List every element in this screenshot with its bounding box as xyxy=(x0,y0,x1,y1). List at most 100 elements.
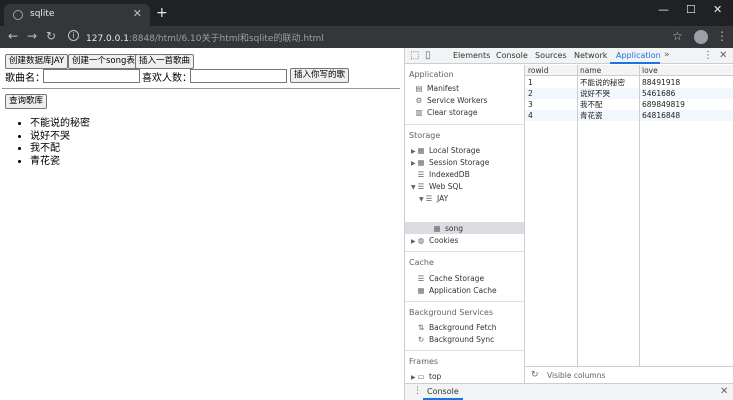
minimize-icon[interactable]: — xyxy=(658,3,669,16)
sidebar-item-jay-db[interactable]: ▼ ☰ JAY xyxy=(419,193,448,204)
bookmark-star-icon[interactable]: ☆ xyxy=(672,29,683,43)
reload-icon[interactable]: ↻ xyxy=(46,29,56,43)
grid-icon: ▦ xyxy=(417,158,425,167)
sidebar-item-web-sql[interactable]: ▼ ☰ Web SQL xyxy=(411,181,463,192)
table-footer: ↻ Visible columns xyxy=(525,366,733,383)
sidebar-section-background-services: Background Services xyxy=(409,308,494,317)
sidebar-item-clear-storage[interactable]: ▥ Clear storage xyxy=(415,107,478,118)
visible-columns-filter[interactable]: Visible columns xyxy=(547,371,605,380)
drawer-close-icon[interactable]: ✕ xyxy=(720,386,728,397)
forward-icon[interactable]: → xyxy=(27,29,37,43)
row-stripe xyxy=(525,110,733,121)
column-header-love[interactable]: love xyxy=(639,65,733,76)
table-cell[interactable]: 64816848 xyxy=(639,110,680,121)
sidebar-item-label: Manifest xyxy=(427,84,460,93)
table-cell[interactable]: 88491918 xyxy=(639,77,680,88)
back-icon[interactable]: ← xyxy=(8,29,18,43)
song-list: 不能说的秘密 说好不哭 我不配 青花瓷 xyxy=(20,118,90,168)
browser-tab[interactable]: sqlite ✕ xyxy=(4,4,150,26)
divider xyxy=(2,88,400,89)
sidebar-item-label: Session Storage xyxy=(429,158,490,167)
refresh-icon[interactable]: ↻ xyxy=(531,370,539,380)
sidebar-item-background-sync[interactable]: ↻ Background Sync xyxy=(417,334,494,345)
tab-console[interactable]: Console xyxy=(496,51,528,60)
devtools-menu-icon[interactable]: ⋮ xyxy=(703,50,713,61)
sidebar-item-cache-storage[interactable]: ☰ Cache Storage xyxy=(417,273,484,284)
create-table-button[interactable]: 创建一个song表 xyxy=(68,54,139,69)
profile-avatar[interactable] xyxy=(694,30,708,44)
sidebar-item-song-table[interactable]: ▦ song xyxy=(433,223,463,234)
window-close-icon[interactable]: ✕ xyxy=(713,3,722,16)
application-sidebar: Application ▤ Manifest ⚙ Service Workers ▥… xyxy=(405,65,525,383)
insert-song-button[interactable]: 插入一首歌曲 xyxy=(135,54,195,69)
selected-row-highlight xyxy=(405,222,524,234)
song-name-input[interactable] xyxy=(43,69,140,83)
fetch-arrows-icon: ⇅ xyxy=(417,323,425,332)
sidebar-item-label: IndexedDB xyxy=(429,170,470,179)
tab-title: sqlite xyxy=(30,9,55,19)
table-cell[interactable]: 说好不哭 xyxy=(577,88,610,99)
sidebar-divider xyxy=(405,350,524,351)
sidebar-item-label: Cookies xyxy=(429,236,459,245)
sidebar-item-label: Background Sync xyxy=(429,335,495,344)
table-cell[interactable]: 689849819 xyxy=(639,99,685,110)
table-cell[interactable]: 2 xyxy=(525,88,533,99)
sidebar-item-label: Local Storage xyxy=(429,146,481,155)
tab-network[interactable]: Network xyxy=(574,51,607,60)
address-bar[interactable]: i 127.0.0.1:8848/html/6.10关于html和sqlite的… xyxy=(64,28,664,46)
sidebar-item-frame-top[interactable]: ▶ ▭ top xyxy=(411,371,441,382)
maximize-icon[interactable]: ☐ xyxy=(686,3,696,16)
info-icon[interactable]: i xyxy=(68,30,79,41)
sidebar-item-label: top xyxy=(429,372,442,381)
tab-sources[interactable]: Sources xyxy=(535,51,567,60)
sidebar-item-background-fetch[interactable]: ⇅ Background Fetch xyxy=(417,322,497,333)
query-button[interactable]: 查询歌库 xyxy=(5,94,48,109)
table-cell[interactable]: 5461686 xyxy=(639,88,675,99)
table-cell[interactable]: 不能说的秘密 xyxy=(577,77,625,88)
tab-application[interactable]: Application xyxy=(616,51,661,60)
sidebar-item-session-storage[interactable]: ▶ ▦ Session Storage xyxy=(411,157,489,168)
new-tab-icon[interactable]: + xyxy=(156,5,168,21)
address-toolbar: ← → ↻ i 127.0.0.1:8848/html/6.10关于html和s… xyxy=(0,26,733,48)
browser-menu-icon[interactable]: ⋮ xyxy=(716,29,728,43)
sidebar-item-label: Service Workers xyxy=(427,96,488,105)
sidebar-section-storage: Storage xyxy=(409,131,441,140)
title-bar: sqlite ✕ + — ☐ ✕ xyxy=(0,0,733,26)
frame-icon: ▭ xyxy=(417,372,425,381)
grid-icon: ▦ xyxy=(417,286,425,295)
table-cell[interactable]: 青花瓷 xyxy=(577,110,603,121)
column-header-rowid[interactable]: rowid xyxy=(525,65,577,76)
insert-your-song-button[interactable]: 插入你写的歌 xyxy=(290,68,350,83)
file-icon: ▤ xyxy=(415,84,423,93)
table-cell[interactable]: 3 xyxy=(525,99,533,110)
sidebar-item-manifest[interactable]: ▤ Manifest xyxy=(415,83,459,94)
more-tabs-icon[interactable]: » xyxy=(664,50,670,60)
device-toggle-icon[interactable]: ▯ xyxy=(425,50,431,61)
active-tab-indicator xyxy=(610,62,660,64)
sidebar-item-cookies[interactable]: ▶ ◍ Cookies xyxy=(411,235,458,246)
inspect-icon[interactable]: ⬚ xyxy=(410,50,419,61)
table-cell[interactable]: 4 xyxy=(525,110,533,121)
tab-elements[interactable]: Elements xyxy=(453,51,490,60)
sidebar-item-local-storage[interactable]: ▶ ▦ Local Storage xyxy=(411,145,480,156)
create-db-button[interactable]: 创建数据库JAY xyxy=(5,54,69,69)
sidebar-item-label: JAY xyxy=(437,194,449,203)
likes-input[interactable] xyxy=(190,69,287,83)
column-header-name[interactable]: name xyxy=(577,65,639,76)
drawer-tab-console[interactable]: Console xyxy=(427,387,459,396)
sidebar-item-label: Web SQL xyxy=(429,182,463,191)
sidebar-item-label: Clear storage xyxy=(427,108,478,117)
url-host: 127.0.0.1 xyxy=(86,34,129,44)
globe-icon xyxy=(13,10,23,20)
table-cell[interactable]: 我不配 xyxy=(577,99,603,110)
sidebar-item-service-workers[interactable]: ⚙ Service Workers xyxy=(415,95,488,106)
sidebar-divider xyxy=(405,124,524,125)
sync-icon: ↻ xyxy=(417,335,425,344)
table-cell[interactable]: 1 xyxy=(525,77,533,88)
column-divider xyxy=(639,65,640,366)
sidebar-item-application-cache[interactable]: ▦ Application Cache xyxy=(417,285,496,296)
close-tab-icon[interactable]: ✕ xyxy=(133,7,142,20)
sidebar-item-indexeddb[interactable]: ☰ IndexedDB xyxy=(417,169,470,180)
drawer-menu-icon[interactable]: ⋮ xyxy=(413,386,422,396)
devtools-close-icon[interactable]: ✕ xyxy=(719,50,727,61)
